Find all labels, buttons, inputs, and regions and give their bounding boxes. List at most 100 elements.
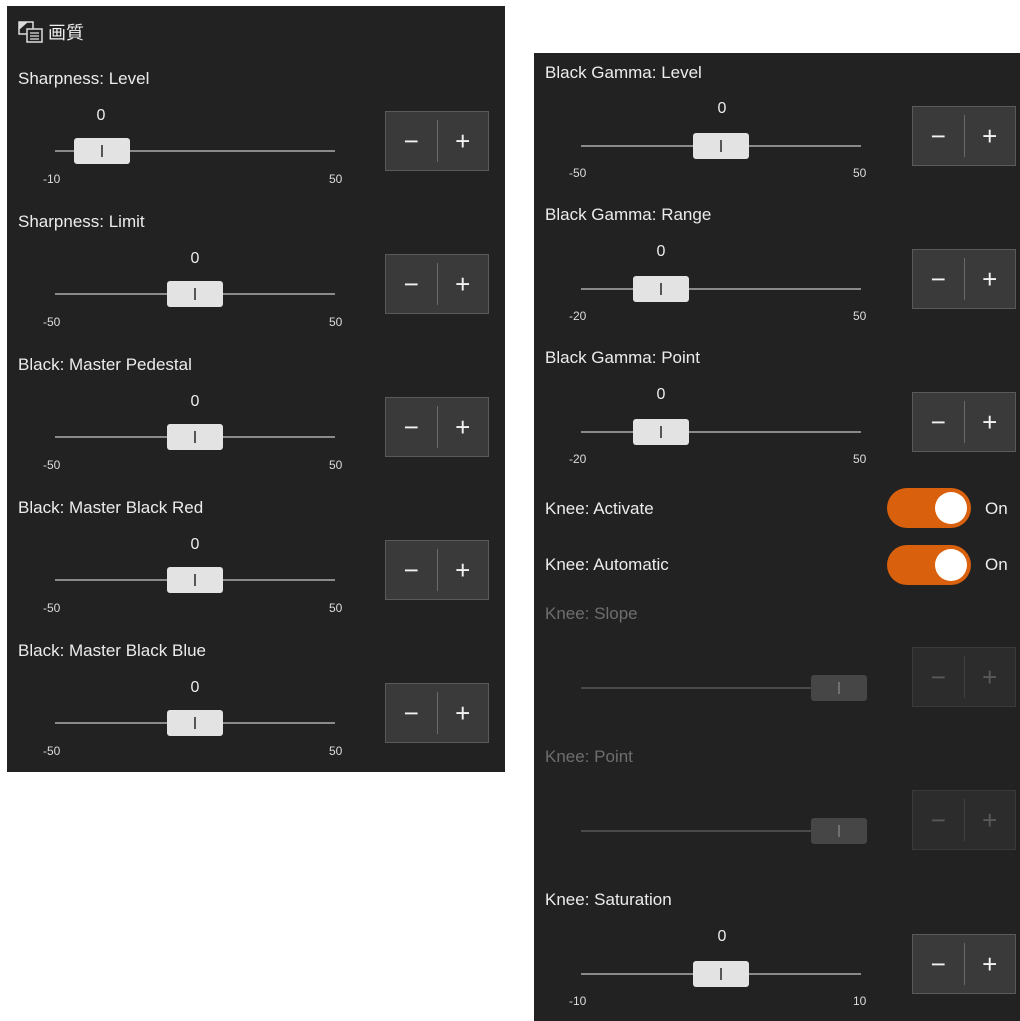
stepper: − + (385, 254, 489, 314)
slider-value: 0 (190, 536, 200, 553)
slider-grip-icon (194, 574, 196, 586)
decrement-button[interactable]: − (913, 935, 964, 993)
row-label: Sharpness: Limit (18, 212, 145, 231)
slider-min-label: -50 (43, 315, 61, 329)
stepper: − + (385, 397, 489, 457)
row-label: Knee: Automatic (545, 555, 669, 574)
row-knee-activate: Knee: Activate On (534, 488, 1020, 530)
decrement-button[interactable]: − (913, 107, 964, 165)
slider-track[interactable] (581, 431, 861, 433)
row-label: Black Gamma: Point (545, 348, 700, 367)
stepper: − + (912, 249, 1016, 309)
slider-thumb (811, 818, 867, 844)
increment-button[interactable]: + (438, 684, 489, 742)
stepper: − + (912, 647, 1016, 707)
slider-thumb[interactable] (167, 710, 223, 736)
increment-button[interactable]: + (438, 112, 489, 170)
decrement-button[interactable]: − (386, 398, 437, 456)
image-quality-panel-right: Black Gamma: Level 0 -50 50 − + Black Ga… (534, 53, 1020, 1021)
row-label: Black: Master Pedestal (18, 355, 192, 374)
slider-thumb[interactable] (167, 567, 223, 593)
knee-automatic-toggle[interactable] (887, 545, 971, 585)
slider-grip-icon (660, 283, 663, 295)
panel-header: 画質 (18, 19, 84, 45)
slider-track[interactable] (581, 288, 861, 290)
stepper: − + (912, 790, 1016, 850)
slider-grip-icon (100, 145, 103, 157)
slider-max-label: 50 (329, 744, 343, 758)
slider-max-label: 50 (329, 172, 343, 186)
decrement-button: − (930, 805, 946, 835)
increment-button: + (982, 662, 998, 692)
slider-grip-icon (838, 825, 840, 837)
picture-settings-icon (18, 21, 44, 43)
slider-max-label: 10 (853, 994, 867, 1008)
slider-value: 0 (717, 100, 727, 117)
row-knee-slope: Knee: Slope − + (534, 604, 1020, 724)
decrement-button[interactable]: − (913, 393, 964, 451)
row-knee-automatic: Knee: Automatic On (534, 545, 1020, 587)
image-quality-panel-left: 画質 Sharpness: Level 0 -10 50 − + Sharpne… (7, 6, 505, 772)
slider-thumb[interactable] (167, 424, 223, 450)
row-black-gamma-range: Black Gamma: Range 0 -20 50 − + (534, 205, 1020, 330)
row-sharpness-level: Sharpness: Level 0 -10 50 − + (7, 69, 505, 189)
slider-grip-icon (838, 682, 840, 694)
slider-thumb[interactable] (633, 419, 690, 445)
toggle-knob (935, 549, 967, 581)
slider-min-label: -20 (569, 309, 587, 323)
slider-min-label: -10 (569, 994, 587, 1008)
row-black-master-pedestal: Black: Master Pedestal 0 -50 50 − + (7, 355, 505, 475)
slider-grip-icon (720, 968, 722, 980)
toggle-knob (935, 492, 967, 524)
increment-button[interactable]: + (438, 541, 489, 599)
slider-thumb[interactable] (73, 138, 130, 164)
toggle-state-label: On (985, 555, 1008, 574)
decrement-button[interactable]: − (386, 684, 437, 742)
row-black-master-black-blue: Black: Master Black Blue 0 -50 50 − + (7, 641, 505, 761)
slider-thumb[interactable] (167, 281, 223, 307)
increment-button[interactable]: + (965, 935, 1016, 993)
slider-min-label: -50 (569, 166, 587, 180)
row-sharpness-limit: Sharpness: Limit 0 -50 50 − + (7, 212, 505, 332)
stepper: − + (385, 683, 489, 743)
row-black-gamma-point: Black Gamma: Point 0 -20 50 − + (534, 348, 1020, 473)
increment-button[interactable]: + (438, 398, 489, 456)
row-label: Knee: Saturation (545, 890, 672, 909)
slider-max-label: 50 (329, 315, 343, 329)
slider-grip-icon (194, 717, 196, 729)
toggle-state-label: On (985, 499, 1008, 518)
slider-max-label: 50 (329, 601, 343, 615)
slider-min-label: -50 (43, 601, 61, 615)
row-knee-saturation: Knee: Saturation 0 -10 10 − + (534, 890, 1020, 1015)
knee-activate-toggle[interactable] (887, 488, 971, 528)
row-label: Black: Master Black Blue (18, 641, 207, 660)
decrement-button[interactable]: − (386, 112, 437, 170)
decrement-button[interactable]: − (913, 250, 964, 308)
decrement-button[interactable]: − (386, 255, 437, 313)
row-knee-point: Knee: Point − + (534, 747, 1020, 867)
row-label: Knee: Slope (545, 604, 638, 623)
slider-grip-icon (720, 140, 722, 152)
increment-button[interactable]: + (965, 107, 1016, 165)
slider-value: 0 (717, 928, 727, 945)
increment-button[interactable]: + (438, 255, 489, 313)
row-label: Black Gamma: Level (545, 63, 702, 82)
row-black-gamma-level: Black Gamma: Level 0 -50 50 − + (534, 63, 1020, 188)
slider-thumb[interactable] (693, 133, 749, 159)
increment-button[interactable]: + (965, 393, 1016, 451)
slider-grip-icon (660, 426, 663, 438)
slider-thumb[interactable] (633, 276, 690, 302)
increment-button[interactable]: + (965, 250, 1016, 308)
decrement-button[interactable]: − (386, 541, 437, 599)
slider-max-label: 50 (853, 166, 867, 180)
slider-value: 0 (190, 679, 200, 696)
increment-button: + (982, 805, 998, 835)
row-label: Sharpness: Level (18, 69, 150, 88)
slider-grip-icon (194, 431, 196, 443)
slider-thumb (811, 675, 867, 701)
row-label: Knee: Activate (545, 499, 654, 518)
row-black-master-black-red: Black: Master Black Red 0 -50 50 − + (7, 498, 505, 618)
slider-min-label: -50 (43, 744, 61, 758)
slider-thumb[interactable] (693, 961, 749, 987)
row-label: Knee: Point (545, 747, 633, 766)
